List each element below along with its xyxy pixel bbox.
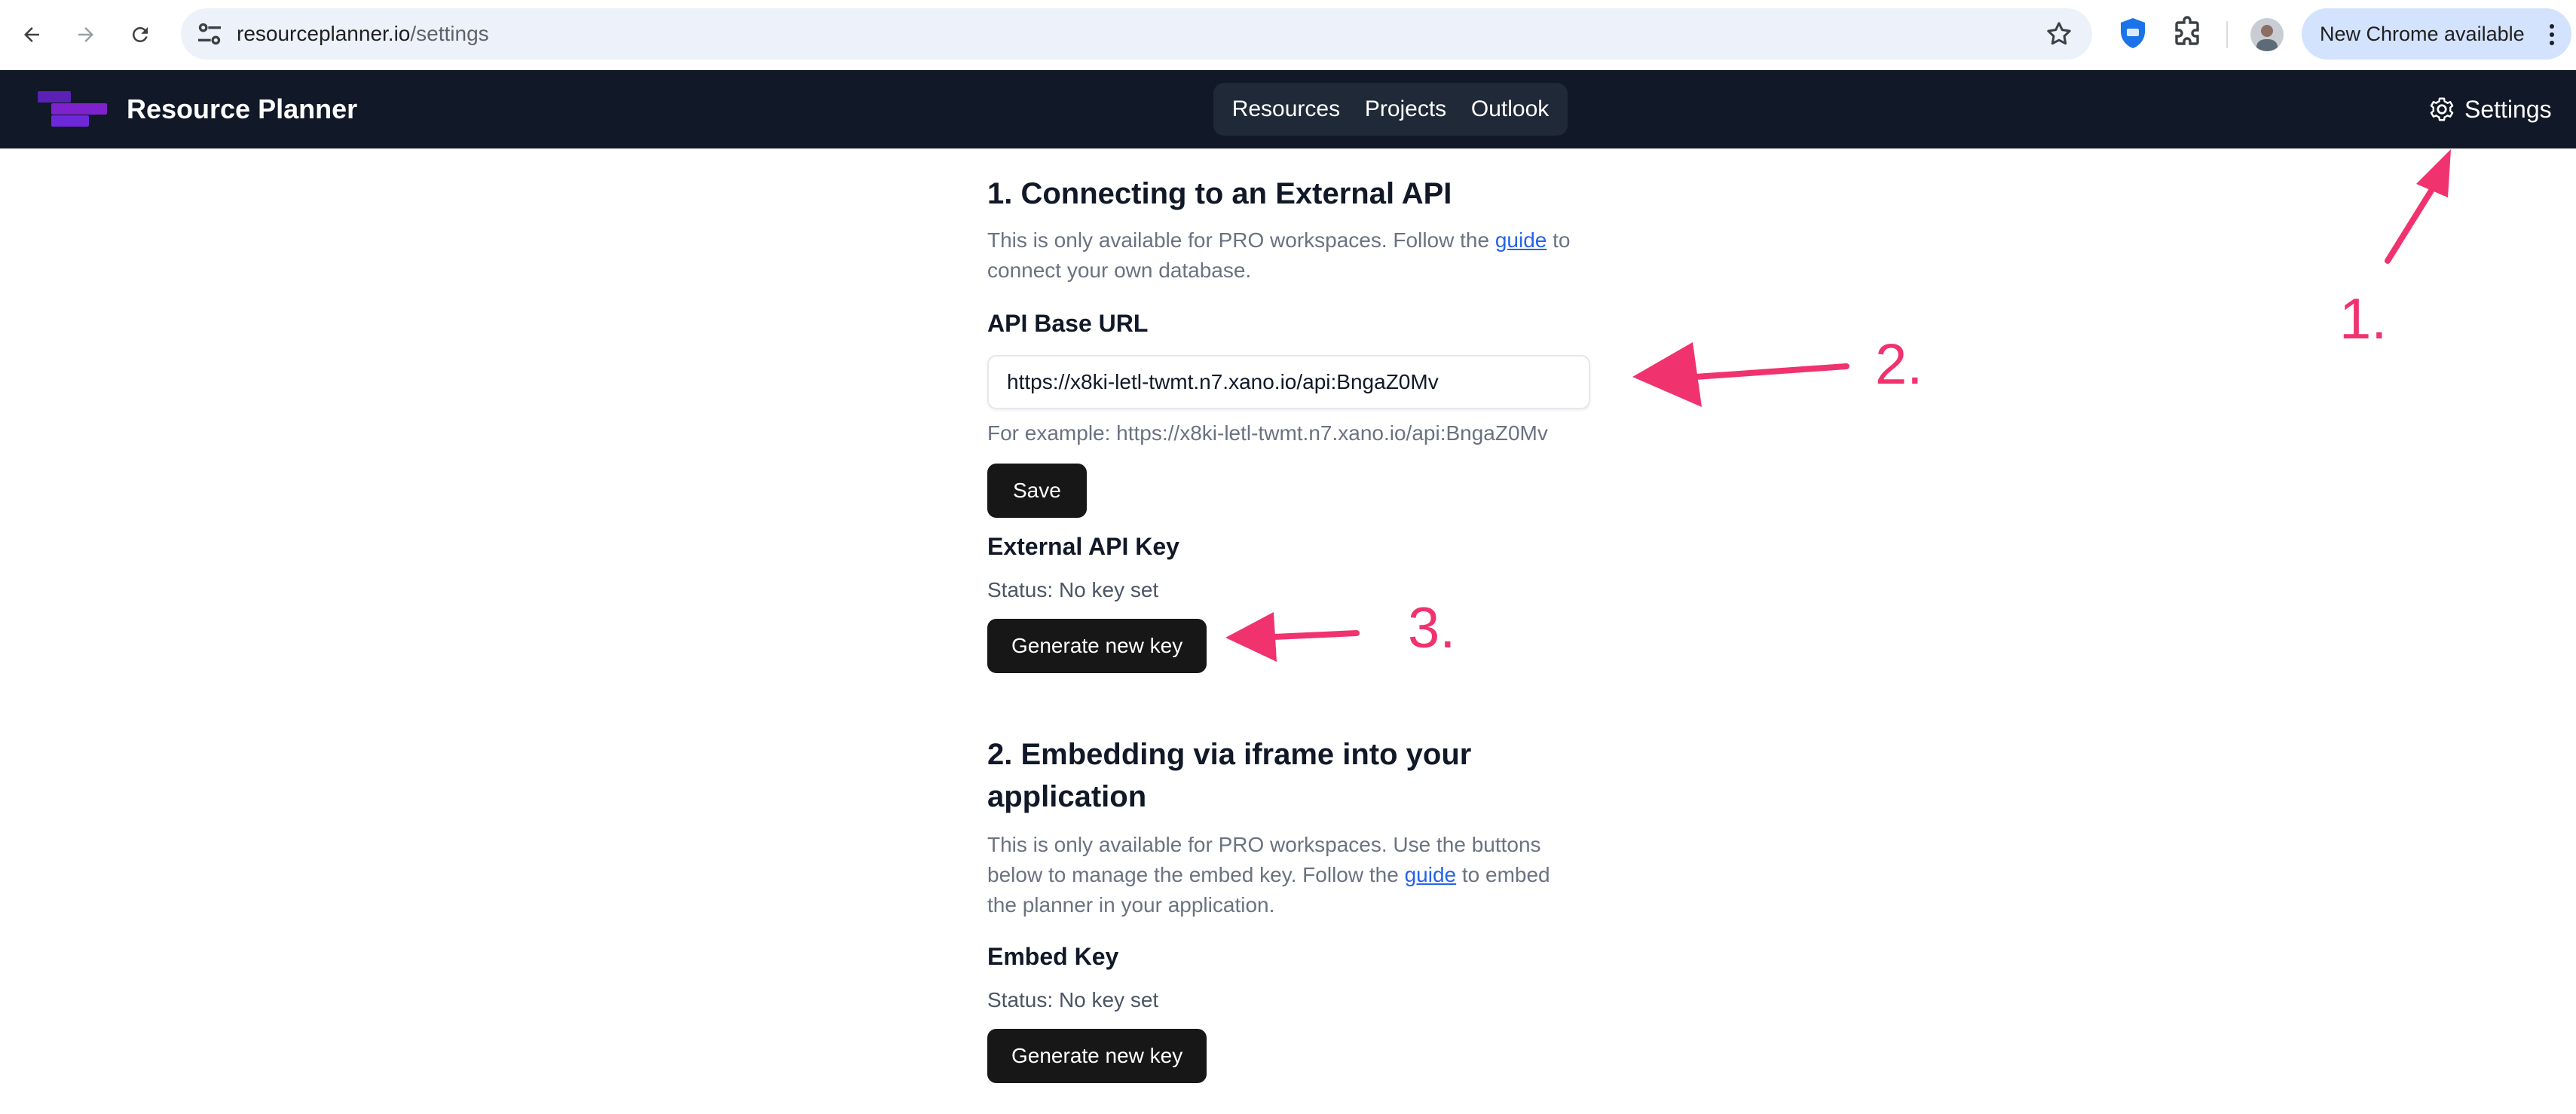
app-header: Resource Planner Resources Projects Outl…: [0, 70, 2576, 148]
settings-link[interactable]: Settings: [2428, 70, 2552, 148]
desc-text-before: This is only available for PRO workspace…: [987, 228, 1495, 252]
section-embedding-description: This is only available for PRO workspace…: [987, 830, 1583, 920]
annotation-arrow-3: [1225, 612, 1360, 662]
section-embedding-title: 2. Embedding via iframe into your applic…: [987, 738, 1472, 813]
generate-embed-key-button[interactable]: Generate new key: [987, 1029, 1207, 1083]
external-api-key-status: Status: No key set: [987, 578, 1159, 601]
section-external-api-description: This is only available for PRO workspace…: [987, 225, 1590, 286]
resource-planner-logo-icon[interactable]: [38, 88, 107, 130]
reload-button[interactable]: [119, 14, 161, 56]
external-api-key-label: External API Key: [987, 533, 1179, 560]
toolbar-divider: [2226, 21, 2228, 48]
person-icon: [2256, 25, 2278, 51]
api-base-url-hint: For example: https://x8ki-letl-twmt.n7.x…: [987, 421, 1548, 445]
kebab-menu-icon: [2550, 24, 2554, 45]
bookmark-star-icon[interactable]: [2044, 19, 2074, 49]
browser-toolbar: resourceplanner.io/settings New Chrome a…: [0, 0, 2576, 70]
nav-tab-resources[interactable]: Resources: [1226, 96, 1346, 122]
url-host: resourceplanner.io: [237, 22, 411, 45]
chrome-update-button[interactable]: New Chrome available: [2302, 8, 2571, 60]
guide-link-external-api[interactable]: guide: [1495, 228, 1547, 252]
address-bar[interactable]: resourceplanner.io/settings: [181, 8, 2092, 60]
brand-name[interactable]: Resource Planner: [127, 70, 357, 148]
site-settings-icon[interactable]: [194, 19, 225, 49]
annotation-label-2: 2.: [1875, 332, 1923, 396]
main-nav: Resources Projects Outlook: [1213, 83, 1568, 136]
back-button[interactable]: [11, 14, 53, 56]
annotation-label-1: 1.: [2339, 287, 2388, 351]
guide-link-embedding[interactable]: guide: [1405, 863, 1457, 886]
nav-tab-outlook[interactable]: Outlook: [1465, 96, 1555, 122]
settings-label: Settings: [2464, 95, 2552, 123]
gear-icon: [2430, 97, 2454, 121]
generate-external-api-key-button[interactable]: Generate new key: [987, 619, 1207, 673]
profile-avatar[interactable]: [2250, 18, 2284, 51]
api-base-url-label: API Base URL: [987, 310, 1149, 337]
embed-key-status: Status: No key set: [987, 988, 1159, 1011]
url-text[interactable]: resourceplanner.io/settings: [237, 8, 489, 60]
reload-icon: [132, 26, 148, 42]
page: resourceplanner.io/settings New Chrome a…: [0, 0, 2576, 1114]
annotation-label-3: 3.: [1408, 596, 1456, 660]
embed-key-label: Embed Key: [987, 943, 1119, 970]
url-path: /settings: [410, 22, 489, 45]
api-base-url-input[interactable]: [987, 355, 1590, 409]
forward-button[interactable]: [65, 14, 107, 56]
annotation-arrow-2: [1632, 342, 1849, 407]
arrow-right-icon: [78, 27, 93, 42]
annotation-overlay: [1225, 149, 2451, 662]
annotation-arrow-1: [2385, 149, 2451, 264]
nav-tab-projects[interactable]: Projects: [1359, 96, 1452, 122]
shield-extension-icon[interactable]: [2115, 15, 2151, 51]
extensions-puzzle-icon[interactable]: [2169, 15, 2205, 51]
chrome-update-label: New Chrome available: [2320, 23, 2525, 45]
section-external-api-title: 1. Connecting to an External API: [987, 177, 1452, 210]
arrow-left-icon: [24, 27, 39, 42]
save-button[interactable]: Save: [987, 464, 1087, 518]
